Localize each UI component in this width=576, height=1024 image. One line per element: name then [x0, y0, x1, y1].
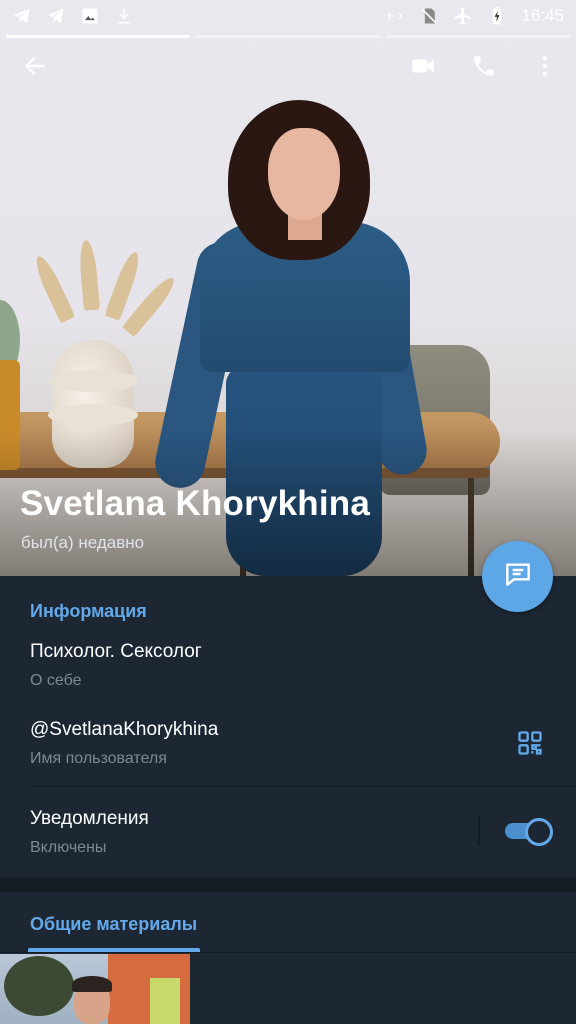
story-progress-segment [386, 35, 570, 38]
message-icon [502, 558, 534, 595]
clock-text: 16:45 [521, 6, 564, 25]
story-progress-segment [6, 35, 190, 38]
photo-vase-ring [48, 370, 138, 392]
username-value: @SvetlanaKhorykhina [30, 719, 219, 740]
no-sim-icon [419, 6, 439, 26]
status-bar: 16:45 [0, 0, 576, 32]
profile-name: Svetlana Khorykhina [20, 484, 371, 523]
story-progress-segment [196, 35, 380, 38]
battery-charging-icon [487, 6, 507, 26]
thumb-tree [4, 956, 74, 1016]
notifications-label: Включены [30, 839, 107, 856]
bio-label: О себе [30, 672, 82, 689]
media-thumbnail[interactable] [0, 954, 190, 1024]
video-call-button[interactable] [401, 46, 445, 90]
phone-icon [471, 53, 497, 84]
data-saver-icon [385, 6, 405, 26]
photo-leaf [31, 253, 76, 324]
bio-value: Психолог. Сексолог [30, 641, 202, 662]
image-icon [80, 6, 100, 26]
send-message-fab[interactable] [482, 541, 553, 612]
thumb-person-hair [72, 976, 112, 992]
username-label: Имя пользователя [30, 750, 167, 767]
tab-underline [0, 952, 576, 953]
photo-person-face [268, 128, 340, 220]
download-icon [114, 6, 134, 26]
profile-last-seen: был(а) недавно [21, 533, 145, 552]
section-gap [0, 878, 576, 892]
thumb-building [150, 978, 180, 1024]
info-section-title: Информация [30, 601, 147, 621]
more-options-button[interactable] [523, 46, 567, 90]
photo-leaf [77, 239, 100, 311]
notifications-toggle[interactable] [505, 818, 553, 846]
divider [30, 786, 576, 787]
toggle-knob [525, 818, 553, 846]
vertical-separator [478, 816, 480, 846]
shared-media-section: Общие материалы [0, 892, 576, 1024]
status-right-icons: 16:45 [385, 6, 564, 26]
qr-code-button[interactable] [512, 727, 548, 763]
top-bar [0, 46, 576, 90]
photo-vase-ring [48, 404, 138, 426]
arrow-left-icon [22, 53, 48, 84]
qr-code-icon [516, 729, 544, 762]
video-call-icon [410, 53, 436, 84]
more-vert-icon [532, 53, 558, 84]
status-left-icons [12, 6, 134, 26]
telegram-icon [12, 6, 32, 26]
phone-call-button[interactable] [462, 46, 506, 90]
back-button[interactable] [13, 46, 57, 90]
telegram-icon [46, 6, 66, 26]
airplane-icon [453, 6, 473, 26]
info-section: Информация Психолог. Сексолог О себе @Sv… [0, 576, 576, 878]
tab-shared-media[interactable]: Общие материалы [30, 914, 197, 935]
story-progress [6, 35, 570, 38]
notifications-value: Уведомления [30, 808, 149, 829]
